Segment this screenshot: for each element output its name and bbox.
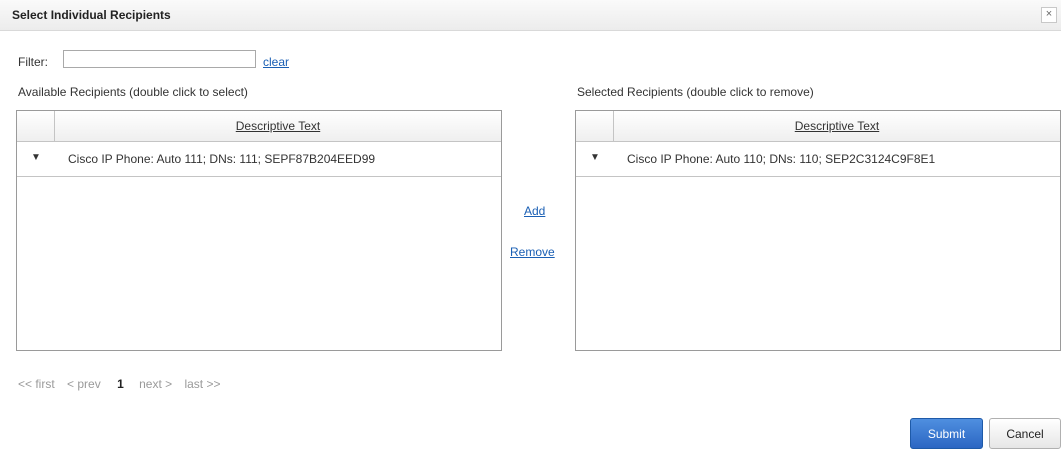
add-button[interactable]: Add xyxy=(524,204,545,218)
selected-row-text: Cisco IP Phone: Auto 110; DNs: 110; SEP2… xyxy=(627,152,936,166)
available-recipients-label: Available Recipients (double click to se… xyxy=(18,85,248,99)
available-recipients-list[interactable]: Descriptive Text ▼ Cisco IP Phone: Auto … xyxy=(16,110,502,351)
selected-list-header: Descriptive Text xyxy=(576,111,1060,142)
pager-last: last >> xyxy=(184,377,221,391)
cancel-button[interactable]: Cancel xyxy=(989,418,1061,449)
available-column-header[interactable]: Descriptive Text xyxy=(55,111,501,141)
pager-prev: < prev xyxy=(67,377,101,391)
clear-filter-link[interactable]: clear xyxy=(263,55,289,69)
selected-recipients-list[interactable]: Descriptive Text ▼ Cisco IP Phone: Auto … xyxy=(575,110,1061,351)
pager-current-page: 1 xyxy=(117,377,124,391)
pager-first: << first xyxy=(18,377,55,391)
available-list-row[interactable]: ▼ Cisco IP Phone: Auto 111; DNs: 111; SE… xyxy=(17,142,501,177)
row-marker-icon: ▼ xyxy=(31,152,41,163)
available-row-text: Cisco IP Phone: Auto 111; DNs: 111; SEPF… xyxy=(68,152,376,166)
available-select-column xyxy=(17,111,55,141)
selected-column-header[interactable]: Descriptive Text xyxy=(614,111,1060,141)
pagination: << first < prev 1 next > last >> xyxy=(18,377,230,391)
selected-list-row[interactable]: ▼ Cisco IP Phone: Auto 110; DNs: 110; SE… xyxy=(576,142,1060,177)
pager-next: next > xyxy=(139,377,173,391)
row-marker-icon: ▼ xyxy=(590,152,600,163)
available-list-header: Descriptive Text xyxy=(17,111,501,142)
dialog-titlebar: Select Individual Recipients × xyxy=(0,0,1061,31)
selected-select-column xyxy=(576,111,614,141)
selected-recipients-label: Selected Recipients (double click to rem… xyxy=(577,85,814,99)
remove-button[interactable]: Remove xyxy=(510,245,555,259)
dialog-title: Select Individual Recipients xyxy=(12,8,171,22)
filter-input[interactable] xyxy=(63,50,256,68)
close-icon[interactable]: × xyxy=(1041,7,1057,23)
submit-button[interactable]: Submit xyxy=(910,418,983,449)
filter-label: Filter: xyxy=(18,55,48,69)
